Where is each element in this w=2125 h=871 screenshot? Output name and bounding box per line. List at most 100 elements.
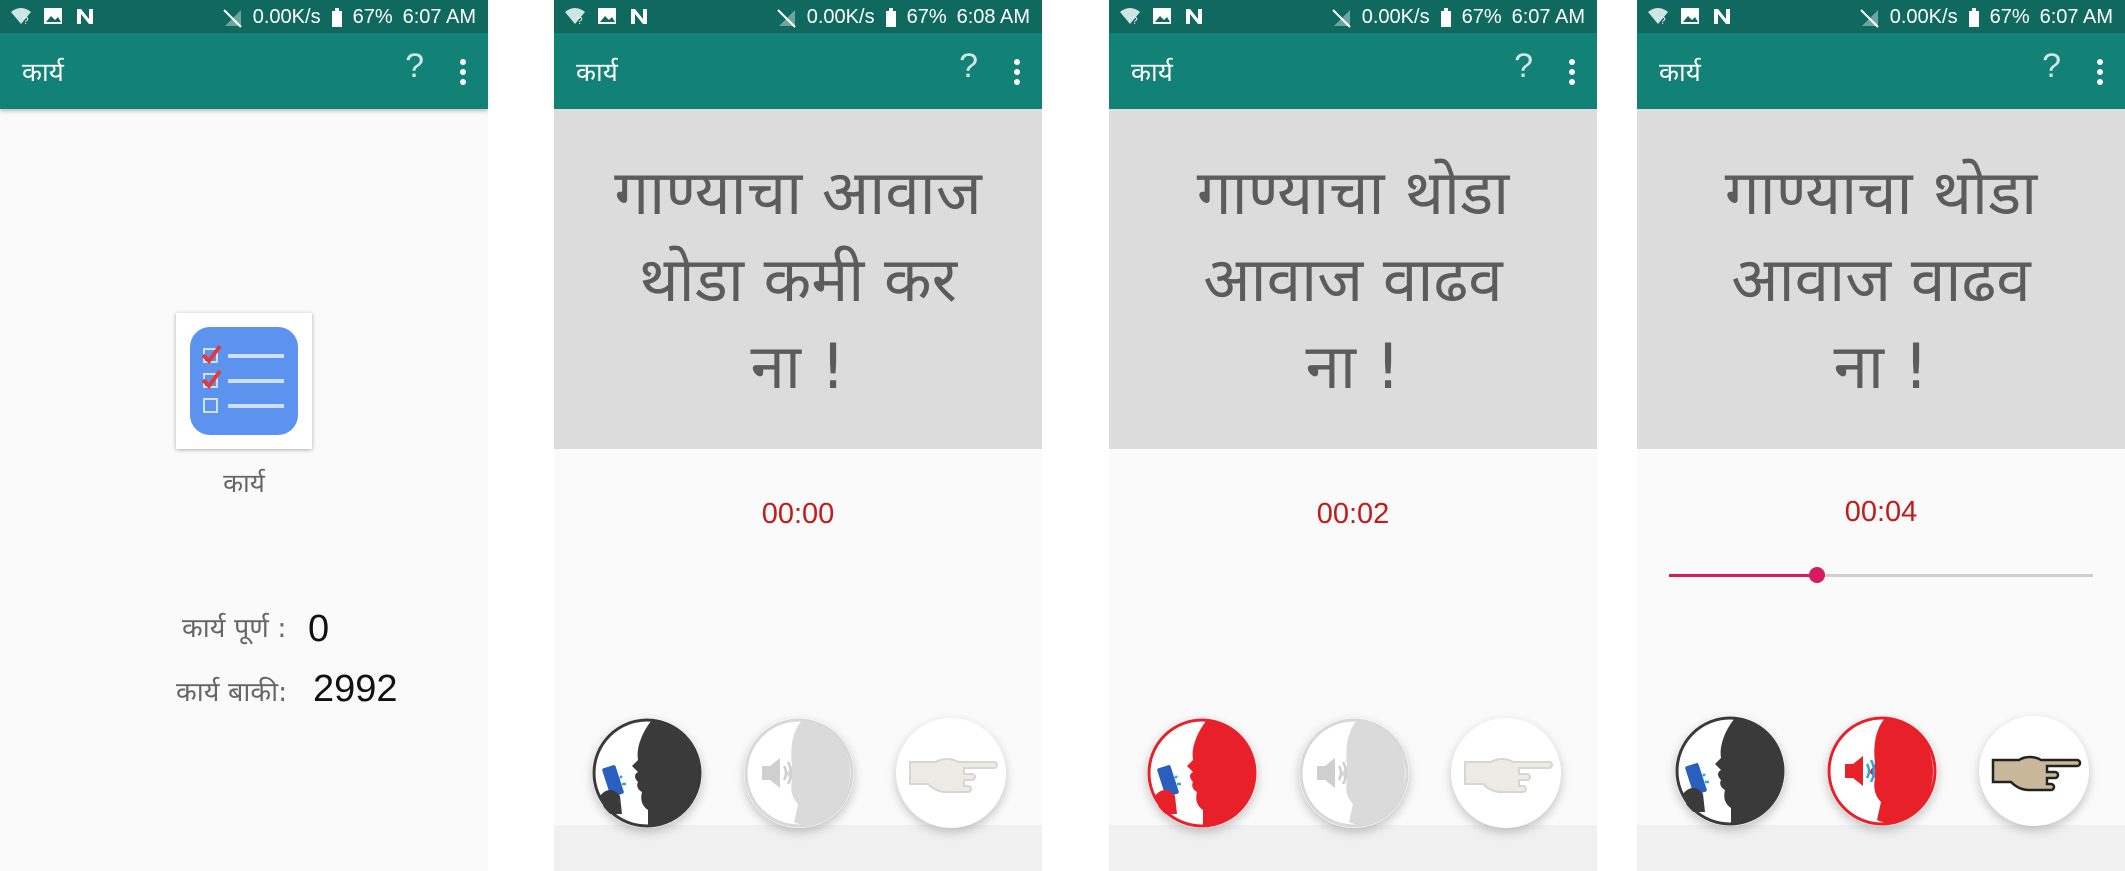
net-speed: 0.00K/s — [1361, 6, 1430, 28]
slider-thumb[interactable] — [1809, 567, 1826, 583]
wifi-question-icon: ? — [1648, 8, 1668, 26]
app-title: कार्य — [1659, 57, 1701, 87]
svg-text:?: ? — [23, 16, 29, 26]
speaking-head-phone-icon — [1147, 718, 1257, 828]
prompt-panel: गाण्याचा थोडा आवाज वाढव ना ! — [1109, 109, 1597, 449]
prompt-line: गाण्याचा आवाज — [614, 156, 982, 229]
net-speed: 0.00K/s — [252, 6, 321, 28]
play-button[interactable] — [1827, 716, 1937, 826]
status-bar: ? 0.00K/s 67% 6:07 AM — [1109, 0, 1597, 33]
prompt-line: ना ! — [1305, 330, 1401, 403]
remaining-label: कार्य बाकी: — [176, 677, 288, 708]
listening-head-speaker-icon — [1827, 716, 1937, 826]
play-button[interactable] — [1299, 718, 1409, 828]
battery-icon — [1440, 7, 1451, 27]
prompt-panel: गाण्याचा थोडा आवाज वाढव ना ! — [1637, 109, 2125, 449]
play-button[interactable] — [744, 718, 854, 828]
clock: 6:08 AM — [956, 6, 1030, 28]
overflow-menu-icon[interactable] — [460, 59, 466, 89]
pointing-hand-icon — [898, 720, 1004, 826]
prompt-line: ना ! — [750, 330, 846, 403]
listening-head-speaker-icon — [1299, 718, 1409, 828]
prompt-text: गाण्याचा थोडा आवाज वाढव ना ! — [1109, 149, 1597, 410]
app-bar: कार्य ? — [0, 33, 488, 109]
overflow-menu-icon[interactable] — [2097, 59, 2103, 89]
prompt-line: आवाज वाढव — [1203, 243, 1503, 316]
net-speed: 0.00K/s — [1889, 6, 1958, 28]
status-bar: ? 0.00K/s 67% 6:07 AM — [0, 0, 488, 33]
battery-icon — [331, 7, 342, 27]
n-icon — [77, 9, 93, 24]
prompt-line: गाण्याचा थोडा — [1196, 156, 1510, 229]
no-signal-icon — [777, 8, 796, 28]
overflow-menu-icon[interactable] — [1569, 59, 1575, 89]
wifi-question-icon: ? — [11, 8, 31, 26]
no-signal-icon — [223, 8, 242, 28]
image-icon — [1681, 8, 1699, 24]
record-button[interactable] — [592, 718, 702, 828]
help-button[interactable]: ? — [959, 47, 978, 86]
net-speed: 0.00K/s — [806, 6, 875, 28]
n-icon — [631, 9, 647, 24]
task-tile[interactable] — [176, 313, 312, 449]
speaking-head-phone-icon — [1675, 716, 1785, 826]
wifi-question-icon: ? — [565, 8, 585, 26]
record-button[interactable] — [1675, 716, 1785, 826]
prompt-panel: गाण्याचा आवाज थोडा कमी कर ना ! — [554, 109, 1042, 449]
battery-icon — [1968, 7, 1979, 27]
prompt-line: ना ! — [1833, 330, 1929, 403]
status-bar: ? 0.00K/s 67% 6:08 AM — [554, 0, 1042, 33]
task-tile-label: कार्य — [223, 469, 265, 499]
bottom-area — [1109, 825, 1597, 871]
image-icon — [44, 8, 62, 24]
timer: 00:02 — [1316, 498, 1390, 530]
wifi-question-icon: ? — [1120, 8, 1140, 26]
listening-head-speaker-icon — [744, 718, 854, 828]
battery-percent: 67% — [1461, 6, 1502, 28]
pointing-hand-icon — [1453, 720, 1559, 826]
overflow-menu-icon[interactable] — [1014, 59, 1020, 89]
clock: 6:07 AM — [1511, 6, 1585, 28]
speaking-head-phone-icon — [592, 718, 702, 828]
prompt-line: थोडा कमी कर — [638, 243, 958, 316]
no-signal-icon — [1860, 8, 1879, 28]
app-title: कार्य — [1131, 57, 1173, 87]
battery-icon — [885, 7, 896, 27]
battery-percent: 67% — [906, 6, 947, 28]
record-button[interactable] — [1147, 718, 1257, 828]
clock: 6:07 AM — [402, 6, 476, 28]
svg-text:?: ? — [577, 16, 583, 26]
status-bar: ? 0.00K/s 67% 6:07 AM — [1637, 0, 2125, 33]
app-bar: कार्य ? — [554, 33, 1042, 109]
help-button[interactable]: ? — [405, 47, 424, 86]
app-title: कार्य — [22, 57, 64, 87]
checklist-icon — [190, 327, 298, 435]
svg-text:?: ? — [1660, 16, 1666, 26]
pointing-hand-icon — [1981, 718, 2087, 824]
battery-percent: 67% — [1989, 6, 2030, 28]
next-button[interactable] — [896, 718, 1006, 828]
next-button[interactable] — [1979, 716, 2089, 826]
no-signal-icon — [1332, 8, 1351, 28]
screen-playback: ? 0.00K/s 67% 6:07 AM कार्य ? गाण्याचा थ… — [1637, 0, 2125, 871]
prompt-line: आवाज वाढव — [1731, 243, 2031, 316]
remaining-count: 2992 — [313, 668, 398, 710]
slider-progress — [1669, 574, 1818, 577]
bottom-area — [1637, 825, 2125, 871]
playback-slider[interactable] — [1669, 567, 2093, 583]
next-button[interactable] — [1451, 718, 1561, 828]
completed-count: 0 — [308, 608, 330, 650]
image-icon — [1153, 8, 1171, 24]
app-bar: कार्य ? — [1637, 33, 2125, 109]
app-bar: कार्य ? — [1109, 33, 1597, 109]
n-icon — [1186, 9, 1202, 24]
screen-record-ready: ? 0.00K/s 67% 6:08 AM कार्य ? गाण्याचा आ… — [554, 0, 1042, 871]
prompt-text: गाण्याचा आवाज थोडा कमी कर ना ! — [554, 149, 1042, 410]
n-icon — [1714, 9, 1730, 24]
help-button[interactable]: ? — [2042, 47, 2061, 86]
timer: 00:00 — [761, 498, 835, 530]
app-title: कार्य — [576, 57, 618, 87]
help-button[interactable]: ? — [1514, 47, 1533, 86]
prompt-text: गाण्याचा थोडा आवाज वाढव ना ! — [1637, 149, 2125, 410]
svg-text:?: ? — [1132, 16, 1138, 26]
